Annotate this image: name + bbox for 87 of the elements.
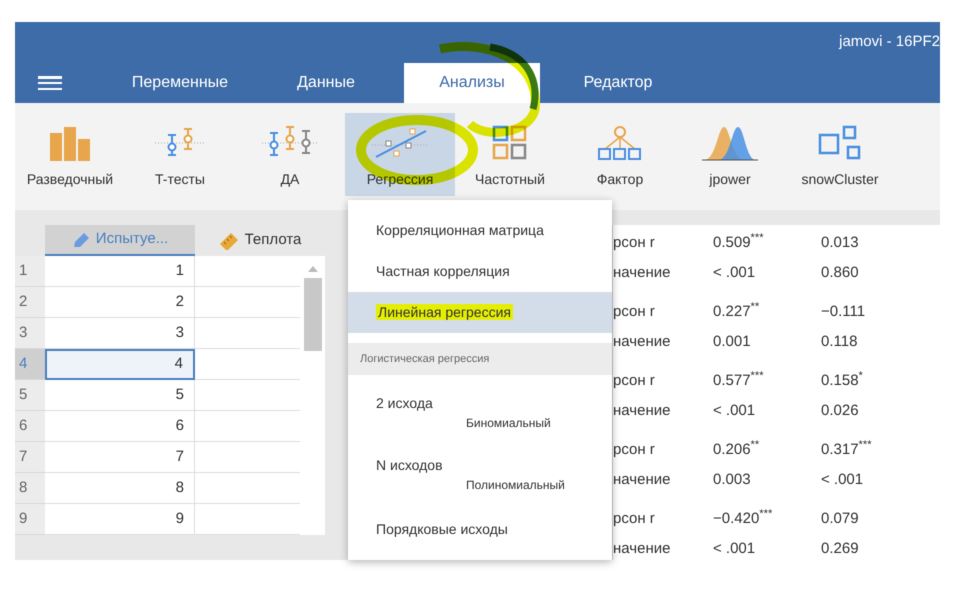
row-label: рсон r [613,370,656,391]
table-cell-text: 0.158$^{*}$ [821,370,864,391]
row-label: рсон r [613,440,656,460]
menu-item[interactable]: Порядковые исходы [348,509,612,550]
table-cell-text: 0.206$^{**}$ [713,438,760,460]
table-cell[interactable]: 1 [45,256,195,287]
table-cell-text: 0.317$^{***}$ [821,438,873,460]
menu-item[interactable]: Линейная регрессия [348,292,612,333]
row-label: начение [613,262,672,283]
row-label: рсон r [613,508,656,529]
row-label: начение [613,538,672,559]
row-number: 7 [15,442,45,473]
table-cell[interactable]: 4 [45,349,195,380]
row-number: 9 [15,504,45,535]
row-number: 8 [15,473,45,504]
table-cell-text: 0.079 [821,508,860,529]
menu-section-header: Логистическая регрессия [348,343,612,375]
column-header[interactable]: Теплота [195,225,325,256]
row-label: начение [613,400,672,421]
table-cell[interactable]: 7 [45,442,195,473]
menu-icon[interactable] [38,76,62,90]
table-cell[interactable] [195,504,300,535]
table-cell-text: < .001 [821,470,864,490]
row-number: 2 [15,287,45,318]
toolbar-button[interactable]: jpower [675,113,785,196]
table-cell-text: < .001 [713,538,756,559]
pencil-icon [72,232,90,248]
row-number: 3 [15,318,45,349]
table-cell-text: 0.860 [821,262,860,283]
row-number: 4 [15,349,45,380]
menu-item[interactable]: 2 исхода Биномиальный [348,385,612,447]
table-cell-text: 0.227$^{**}$ [713,300,760,322]
row-label: рсон r [613,302,656,322]
toolbar-button[interactable]: ДА [235,113,345,196]
row-label: начение [613,332,672,352]
table-cell-text: < .001 [713,400,756,421]
menu-item[interactable]: Корреляционная матрица [348,210,612,251]
table-cell[interactable]: 8 [45,473,195,504]
table-cell-text: 0.001 [713,332,752,352]
table-cell-text: 0.509$^{***}$ [713,232,765,253]
toolbar-button[interactable]: Частотный [455,113,565,196]
bar-chart-icon [48,125,92,161]
table-cell-text: −0.111 [821,302,866,322]
table-cell[interactable] [195,349,300,380]
toolbar-button[interactable]: Фактор [565,113,675,196]
table-cell[interactable]: 3 [45,318,195,349]
table-cell-text: 0.026 [821,400,860,421]
table-cell[interactable] [195,473,300,504]
table-cell[interactable] [195,442,300,473]
scrollbar[interactable] [300,256,325,535]
table-cell[interactable]: 6 [45,411,195,442]
ruler-icon [218,232,239,250]
table-cell[interactable]: 5 [45,380,195,411]
toolbar-button[interactable]: Разведочный [15,113,125,196]
table-cell[interactable] [195,287,300,318]
tree-diagram-icon [596,125,644,161]
squares-icon [818,125,862,161]
table-cell[interactable]: 9 [45,504,195,535]
row-number: 1 [15,256,45,287]
menu-item[interactable]: N исходов Полиномиальный [348,447,612,509]
table-cell-text: 0.577$^{***}$ [713,370,765,391]
toolbar-button[interactable]: snowCluster [785,113,895,196]
row-label: рсон r [613,232,656,253]
table-cell-text: 0.269 [821,538,860,559]
table-cell-text: 0.003 [713,470,752,490]
table-cell-text: 0.118 [821,332,858,352]
tab[interactable]: Анализы [404,63,540,103]
table-cell-text: < .001 [713,262,756,283]
tab[interactable]: Переменные [112,63,248,103]
menu-item[interactable]: Частная корреляция [348,251,612,292]
table-cell-text: −0.420$^{***}$ [713,508,774,529]
toolbar-button[interactable]: T-тесты [125,113,235,196]
window-title: jamovi - 16PF2 [839,32,940,52]
table-cell[interactable]: 2 [45,287,195,318]
scroll-up-icon[interactable] [308,266,318,272]
table-cell[interactable] [195,318,300,349]
table-cell[interactable] [195,411,300,442]
row-label: начение [613,470,672,490]
distribution-curves-icon [702,125,758,161]
table-cell-text: 0.013 [821,232,860,253]
scroll-thumb[interactable] [304,278,322,351]
tab[interactable]: Данные [258,63,394,103]
tab[interactable]: Редактор [550,63,686,103]
table-cell[interactable] [195,380,300,411]
table-cell[interactable] [195,256,300,287]
row-number: 6 [15,411,45,442]
row-number: 5 [15,380,45,411]
